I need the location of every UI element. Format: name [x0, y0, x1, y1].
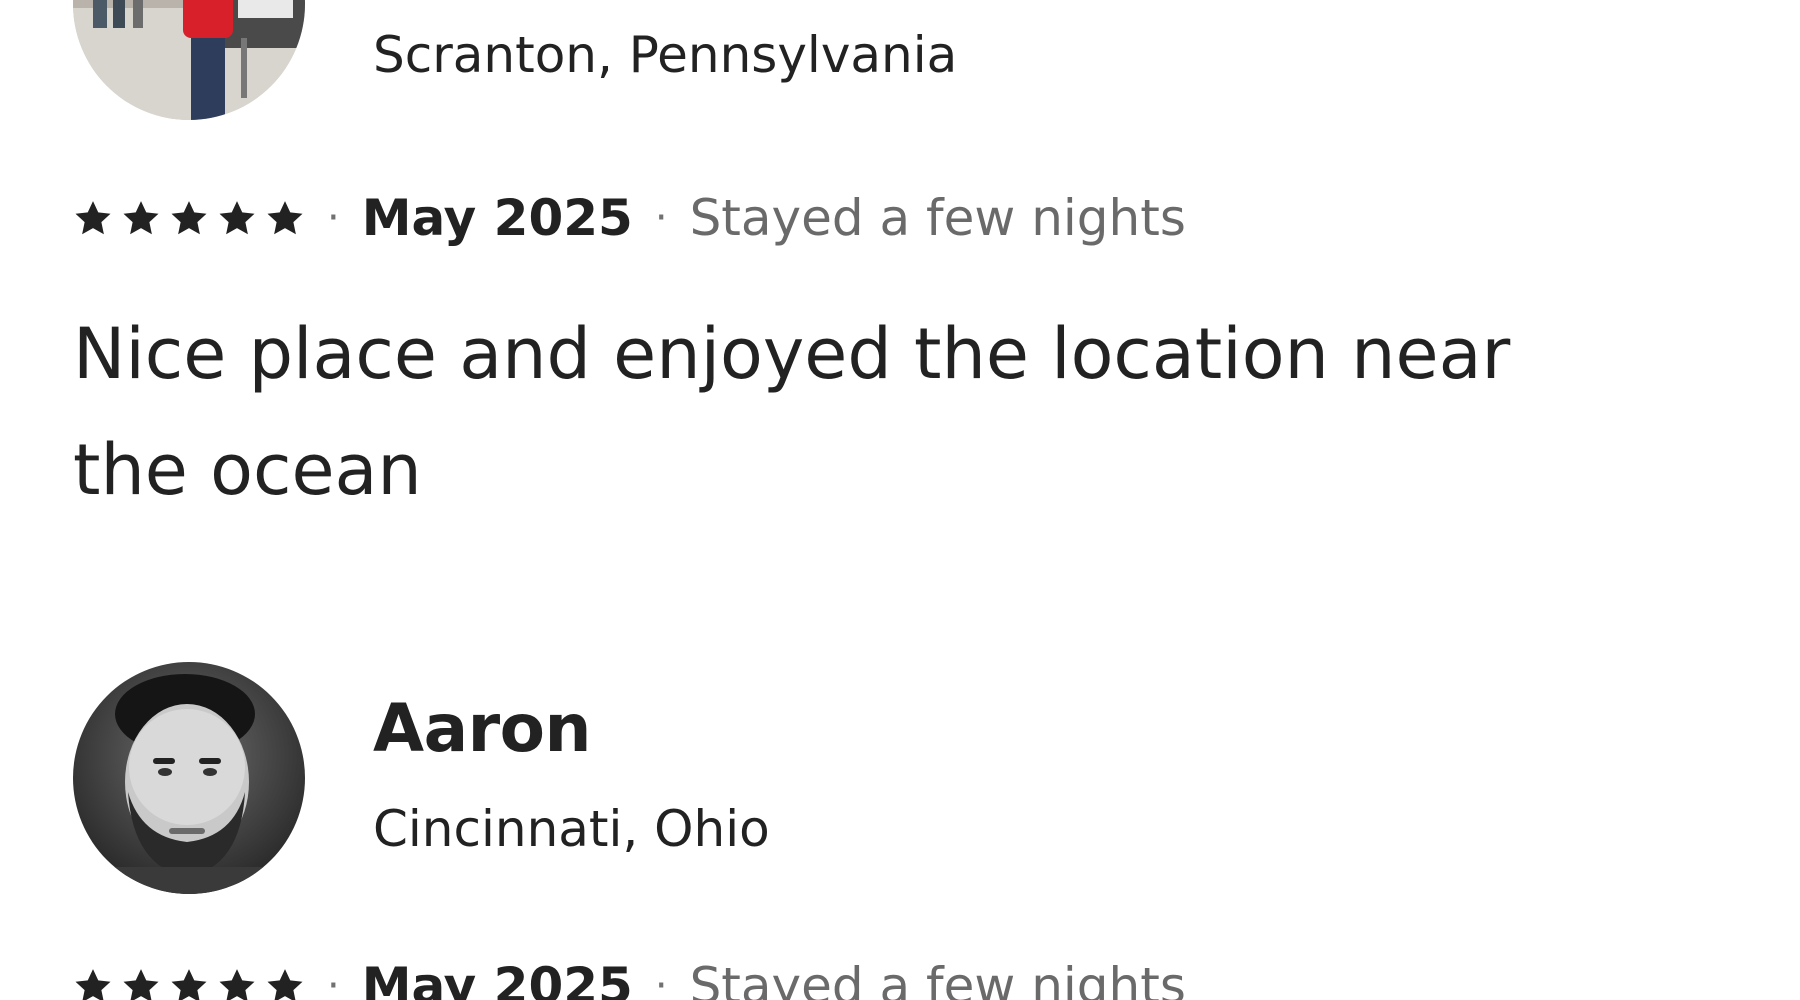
- star-rating: [73, 966, 305, 1000]
- avatar-photo-icon: [73, 0, 305, 120]
- stay-duration: Stayed a few nights: [689, 957, 1186, 1000]
- star-icon: [219, 969, 255, 1000]
- separator-dot: ·: [654, 963, 668, 1000]
- star-rating: [73, 198, 305, 238]
- avatar-photo-icon: [73, 662, 305, 894]
- review-meta: · May 2025 · Stayed a few nights: [73, 186, 1186, 250]
- star-icon: [171, 969, 207, 1000]
- separator-dot: ·: [654, 195, 668, 241]
- separator-dot: ·: [327, 963, 340, 1000]
- separator-dot: ·: [327, 195, 340, 241]
- star-icon: [75, 969, 111, 1000]
- review-date: May 2025: [361, 189, 633, 247]
- star-icon: [75, 201, 111, 235]
- reviewer-name[interactable]: Aaron: [373, 690, 592, 767]
- review-text: Nice place and enjoyed the location near…: [73, 313, 1511, 511]
- review-meta: · May 2025 · Stayed a few nights: [73, 954, 1186, 1000]
- reviewer-avatar[interactable]: [73, 662, 305, 894]
- star-icon: [219, 201, 255, 235]
- star-icon: [171, 201, 207, 235]
- star-icon: [267, 201, 303, 235]
- reviewer-avatar[interactable]: [73, 0, 305, 120]
- star-icon: [267, 969, 303, 1000]
- reviewer-location: Scranton, Pennsylvania: [373, 26, 958, 84]
- star-icon: [123, 969, 159, 1000]
- stay-duration: Stayed a few nights: [689, 189, 1186, 247]
- reviewer-location: Cincinnati, Ohio: [373, 800, 770, 858]
- review-date: May 2025: [361, 957, 633, 1000]
- star-icon: [123, 201, 159, 235]
